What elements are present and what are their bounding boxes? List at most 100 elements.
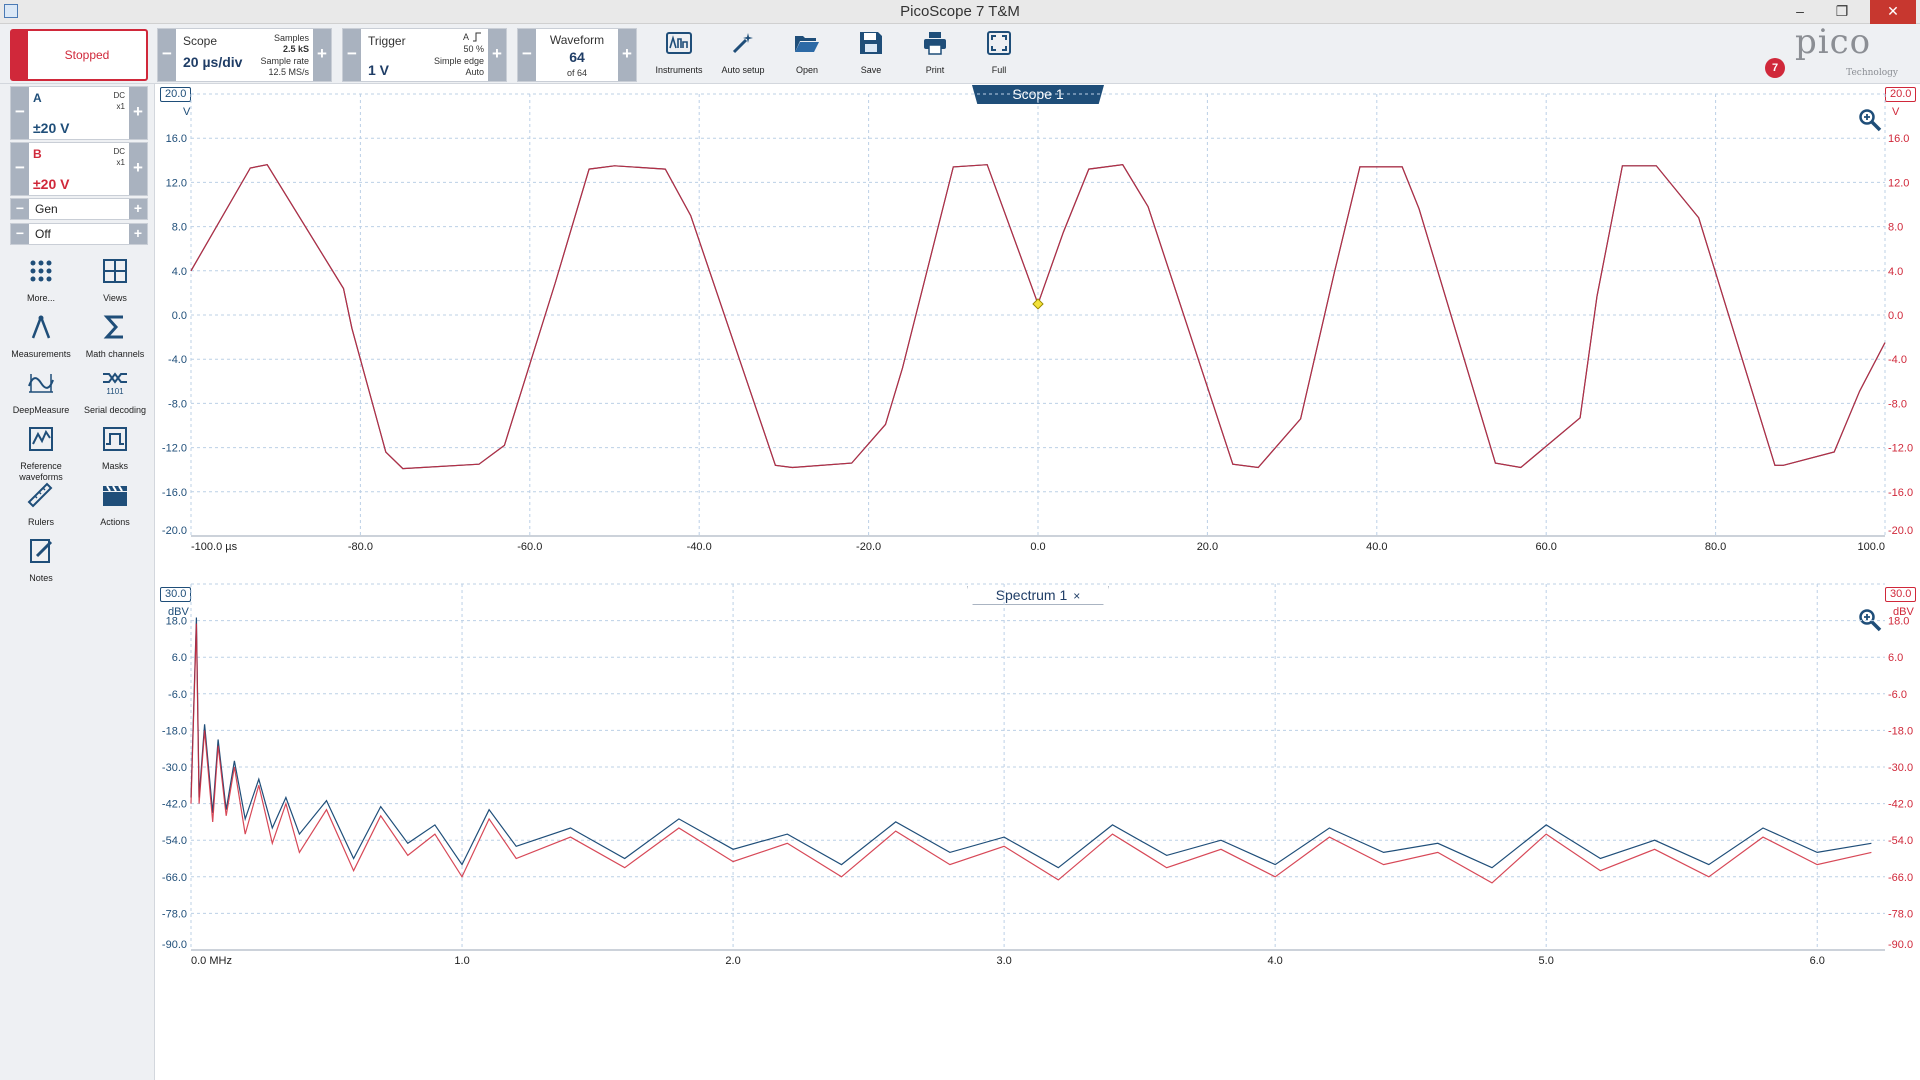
actions-label: Actions [100,517,130,527]
y-tick-label-right: -4.0 [1888,354,1907,366]
actions-button[interactable]: Actions [78,482,152,528]
x-tick-label: 20.0 [1197,541,1218,553]
next-waveform-button[interactable]: + [618,29,636,81]
timebase-decrease-button[interactable]: − [158,29,176,81]
x-tick-label: 2.0 [725,955,740,967]
full-screen-button[interactable]: Full [968,28,1030,82]
y-tick-label-left: -54.0 [162,835,187,847]
trigger-level[interactable]: 1 V [368,62,389,78]
run-stop-button[interactable]: Stopped [10,29,148,81]
rising-edge-icon [473,32,481,42]
x-tick-label: 1.0 [454,955,469,967]
trigger-increase-button[interactable]: + [488,29,506,81]
notes-button[interactable]: Notes [4,538,78,584]
samples-value[interactable]: 2.5 kS [283,44,309,54]
serial-decoding-button[interactable]: 1101 Serial decoding [78,370,152,416]
measurements-button[interactable]: Measurements [4,314,78,360]
y-tick-label-left: 4.0 [172,266,187,278]
sample-rate-value: 12.5 MS/s [268,67,309,77]
run-state-label: Stopped [64,48,110,62]
rulers-button[interactable]: Rulers [4,482,78,528]
save-button[interactable]: Save [840,28,902,82]
print-label: Print [925,65,945,75]
y-tick-label-left: -30.0 [162,762,187,774]
trigger-position: 50 % [463,44,484,54]
close-button[interactable]: ✕ [1870,0,1916,24]
y-tick-label-left: -6.0 [168,689,187,701]
channel-a-coupling[interactable]: DC x1 [113,90,125,112]
more-button[interactable]: More... [4,258,78,304]
print-button[interactable]: Print [904,28,966,82]
y-tick-label-right: 6.0 [1888,652,1903,664]
trigger-channel[interactable]: A [463,32,469,42]
x-tick-label: 60.0 [1535,541,1556,553]
y-tick-label-right: 8.0 [1888,222,1903,234]
y-tick-label-left: -16.0 [162,487,187,499]
channel-a-name[interactable]: A [33,91,42,105]
timebase-value[interactable]: 20 µs/div [183,54,242,70]
y-tick-label-right: 16.0 [1888,133,1909,145]
x-tick-label: -20.0 [856,541,881,553]
ruler-icon [27,482,53,508]
gen-decrease-button[interactable]: − [11,199,29,219]
y-tick-label-left: 18.0 [166,616,187,628]
math-channels-button[interactable]: Math channels [78,314,152,360]
notes-label: Notes [29,573,53,583]
channel-a-decrease-button[interactable]: − [11,87,29,139]
channel-a-increase-button[interactable]: + [129,87,147,139]
maximize-button[interactable]: ❐ [1822,0,1862,24]
trigger-mode[interactable]: Auto [465,67,484,77]
x-tick-label: 3.0 [996,955,1011,967]
y-tick-label-right: -54.0 [1888,835,1913,847]
gen-state[interactable]: Off [35,227,51,241]
channel-b-increase-button[interactable]: + [129,143,147,195]
magic-wand-icon [732,33,753,54]
auto-setup-button[interactable]: Auto setup [712,28,774,82]
open-button[interactable]: Open [776,28,838,82]
printer-icon [924,32,946,55]
x-tick-label: -60.0 [517,541,542,553]
deepmeasure-button[interactable]: DeepMeasure [4,370,78,416]
reference-waveforms-button[interactable]: Reference waveforms [4,426,78,483]
masks-button[interactable]: Masks [78,426,152,472]
gen-label[interactable]: Gen [35,202,58,216]
x-tick-label: 6.0 [1810,955,1825,967]
spectrum-chart[interactable]: 18.0 18.0 6.0 6.0 -6.0 -6.0 -18.0 -18.0 -30.0 -30… [155,574,1920,1080]
scope-chart[interactable]: 16.0 16.0 12.0 12.0 8.0 8.0 4.0 4.0 0.0 0.0 -4.0 -4… [155,84,1920,574]
plot-area: Scope 1 20.0 20.0 V V 16.016.012.012.08.… [155,84,1920,1080]
trigger-decrease-button[interactable]: − [343,29,361,81]
instruments-button[interactable]: Instruments [648,28,710,82]
deepmeasure-label: DeepMeasure [12,405,70,415]
trigger-type[interactable]: Simple edge [434,56,484,66]
channel-b-coupling[interactable]: DC x1 [113,146,125,168]
x-tick-label: -80.0 [348,541,373,553]
more-label: More... [26,293,55,303]
y-tick-label-right: 0.0 [1888,310,1903,322]
notification-badge[interactable]: 7 [1765,58,1785,78]
gen-state-increase-button[interactable]: + [129,224,147,244]
mask-icon [103,427,127,451]
timebase-increase-button[interactable]: + [313,29,331,81]
y-axis-min-right: -20.0 [1888,525,1913,537]
notes-icon [30,539,53,563]
y-axis-min-right: -90.0 [1888,939,1913,951]
gen-state-decrease-button[interactable]: − [11,224,29,244]
measurements-label: Measurements [11,349,71,359]
views-button[interactable]: Views [78,258,152,304]
trigger-control: − Trigger 1 V A 50 % Simple edge Auto + [342,28,507,82]
minimize-button[interactable]: – [1780,0,1820,24]
gen-increase-button[interactable]: + [129,199,147,219]
generator-state-control: − Off + [10,223,148,245]
serial-decoding-icon: 1101 [103,372,127,396]
channel-b-range[interactable]: ±20 V [33,176,69,192]
y-tick-label-left: -8.0 [168,398,187,410]
channel-a-range[interactable]: ±20 V [33,120,69,136]
y-tick-label-right: -8.0 [1888,398,1907,410]
instruments-label: Instruments [655,65,703,75]
channel-b-name[interactable]: B [33,147,42,161]
channel-b-decrease-button[interactable]: − [11,143,29,195]
y-tick-label-left: 0.0 [172,310,187,322]
y-tick-label-left: 16.0 [166,133,187,145]
x-tick-label: -40.0 [687,541,712,553]
y-tick-label-left: -78.0 [162,908,187,920]
